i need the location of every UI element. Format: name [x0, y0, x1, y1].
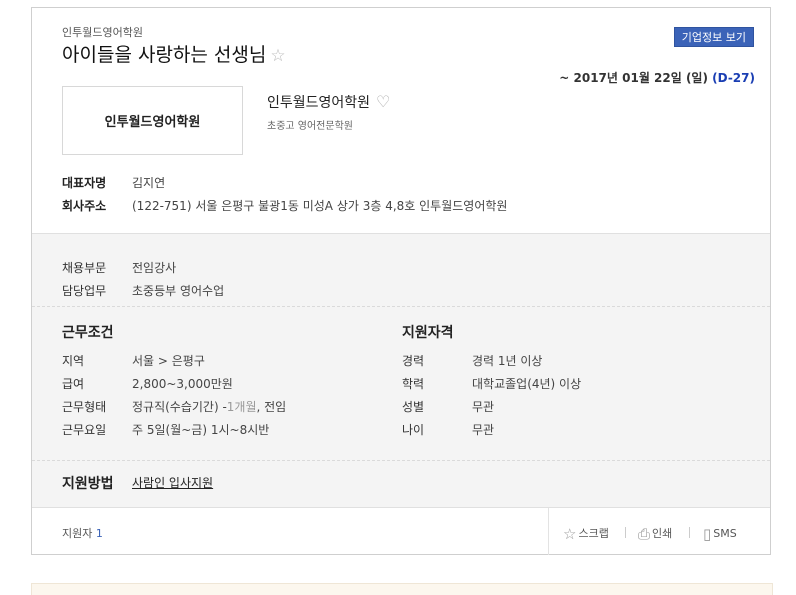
region-value: 서울 > 은평구 — [132, 354, 205, 368]
address-row: 회사주소 (122-751) 서울 은평구 불광1동 미성A 상가 3층 4,8호… — [62, 197, 507, 214]
salary-label: 급여 — [62, 377, 85, 391]
job-title-text: 아이들을 사랑하는 선생님 — [62, 44, 267, 66]
duty-value: 초중등부 영어수업 — [132, 284, 225, 298]
ceo-value: 김지연 — [132, 176, 166, 190]
dept-label: 채용부문 — [62, 261, 107, 275]
work-type-tail: , 전임 — [256, 400, 287, 414]
gender-label: 성별 — [402, 400, 425, 414]
age-label: 나이 — [402, 423, 425, 437]
conditions-title: 근무조건 — [62, 325, 114, 341]
age-row: 나이 무관 — [402, 421, 494, 438]
duty-label: 담당업무 — [62, 284, 107, 298]
company-name: 인투월드영어학원 ♡ — [267, 92, 390, 112]
posting-footer: 지원자 1 ☆ 스크랩 ⎙ 인쇄 ▯ SMS — [32, 507, 770, 555]
dday-badge: (D-27) — [712, 71, 755, 85]
dept-value: 전임강사 — [132, 261, 177, 275]
gender-value: 무관 — [472, 400, 495, 414]
scrap-label: 스크랩 — [578, 527, 609, 540]
education-row: 학력 대학교졸업(4년) 이상 — [402, 375, 581, 392]
qualifications-title: 지원자격 — [402, 325, 454, 341]
company-logo[interactable]: 인투월드영어학원 — [62, 86, 243, 155]
next-section-edge — [31, 583, 773, 595]
printer-icon: ⎙ — [638, 525, 651, 543]
age-value: 무관 — [472, 423, 495, 437]
job-details-section: 채용부문 전임강사 담당업무 초중등부 영어수업 근무조건 지역 서울 > 은평구 급… — [32, 233, 770, 508]
salary-row: 급여 2,800~3,000만원 — [62, 375, 233, 392]
deadline-date: ~ 2017년 01월 22일 (일) — [559, 71, 708, 85]
ceo-row: 대표자명 김지연 — [62, 174, 165, 191]
address-label: 회사주소 — [62, 199, 107, 213]
action-separator — [625, 527, 626, 538]
divider — [32, 306, 770, 307]
star-outline-icon: ☆ — [563, 525, 577, 543]
sms-button[interactable]: ▯ SMS — [703, 525, 737, 543]
heart-icon[interactable]: ♡ — [376, 92, 390, 111]
company-name-small[interactable]: 인투월드영어학원 — [62, 24, 143, 40]
apply-method-label: 지원방법 — [62, 476, 114, 492]
salary-value: 2,800~3,000만원 — [132, 377, 233, 391]
work-days-value: 주 5일(월~금) 1시~8시반 — [132, 423, 270, 437]
divider — [32, 460, 770, 461]
job-title: 아이들을 사랑하는 선생님 ☆ — [62, 40, 286, 67]
star-icon[interactable]: ☆ — [270, 46, 285, 66]
phone-icon: ▯ — [703, 525, 712, 543]
company-name-text[interactable]: 인투월드영어학원 — [267, 95, 370, 111]
job-posting-card: 인투월드영어학원 아이들을 사랑하는 선생님 ☆ 기업정보 보기 ~ 2017년 … — [31, 7, 771, 555]
work-type-label: 근무형태 — [62, 400, 107, 414]
applicants-number: 1 — [95, 527, 103, 540]
work-type-value: 정규직(수습기간) - — [132, 400, 227, 414]
company-description: 초중고 영어전문학원 — [267, 121, 353, 132]
scrap-button[interactable]: ☆ 스크랩 — [563, 525, 609, 543]
ceo-label: 대표자명 — [62, 176, 107, 190]
apply-link[interactable]: 사람인 입사지원 — [132, 474, 213, 491]
deadline: ~ 2017년 01월 22일 (일) (D-27) — [559, 69, 755, 86]
region-label: 지역 — [62, 354, 85, 368]
gender-row: 성별 무관 — [402, 398, 494, 415]
footer-divider — [548, 508, 549, 555]
duty-row: 담당업무 초중등부 영어수업 — [62, 282, 224, 299]
region-row: 지역 서울 > 은평구 — [62, 352, 205, 369]
work-days-row: 근무요일 주 5일(월~금) 1시~8시반 — [62, 421, 269, 438]
action-separator — [689, 527, 690, 538]
career-value: 경력 1년 이상 — [472, 354, 543, 368]
career-label: 경력 — [402, 354, 425, 368]
print-label: 인쇄 — [652, 527, 673, 540]
sms-label: SMS — [713, 527, 737, 540]
education-label: 학력 — [402, 377, 425, 391]
address-value: (122-751) 서울 은평구 불광1동 미성A 상가 3층 4,8호 인투월… — [132, 199, 508, 213]
applicant-count: 지원자 1 — [62, 525, 103, 541]
company-info-button[interactable]: 기업정보 보기 — [673, 27, 754, 47]
work-type-row: 근무형태 정규직(수습기간) -1개월, 전임 — [62, 398, 286, 415]
education-value: 대학교졸업(4년) 이상 — [472, 377, 582, 391]
work-days-label: 근무요일 — [62, 423, 107, 437]
applicants-label: 지원자 — [62, 527, 93, 540]
print-button[interactable]: ⎙ 인쇄 — [638, 525, 672, 543]
career-row: 경력 경력 1년 이상 — [402, 352, 542, 369]
probation-period: 1개월 — [226, 400, 257, 414]
dept-row: 채용부문 전임강사 — [62, 259, 176, 276]
